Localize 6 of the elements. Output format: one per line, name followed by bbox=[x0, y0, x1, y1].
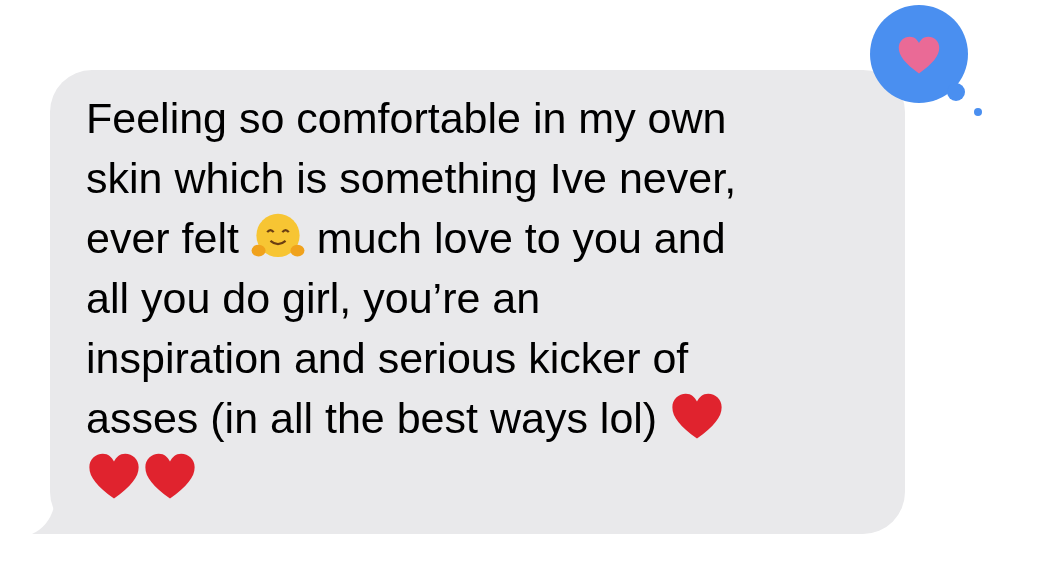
heart-reaction-icon[interactable] bbox=[870, 5, 982, 116]
hugging-emoji-icon bbox=[251, 213, 305, 258]
message-text: Feeling so comfortable in my own skin which is something Ive never, ever felt much love to you and all you do girl, you’re an inspiration and serious kicker of asses (in all the best ways lol) bbox=[86, 88, 885, 508]
heart-emoji-icon bbox=[89, 453, 139, 499]
heart-emoji-icon bbox=[672, 393, 722, 439]
heart-emoji-icon bbox=[145, 453, 195, 499]
